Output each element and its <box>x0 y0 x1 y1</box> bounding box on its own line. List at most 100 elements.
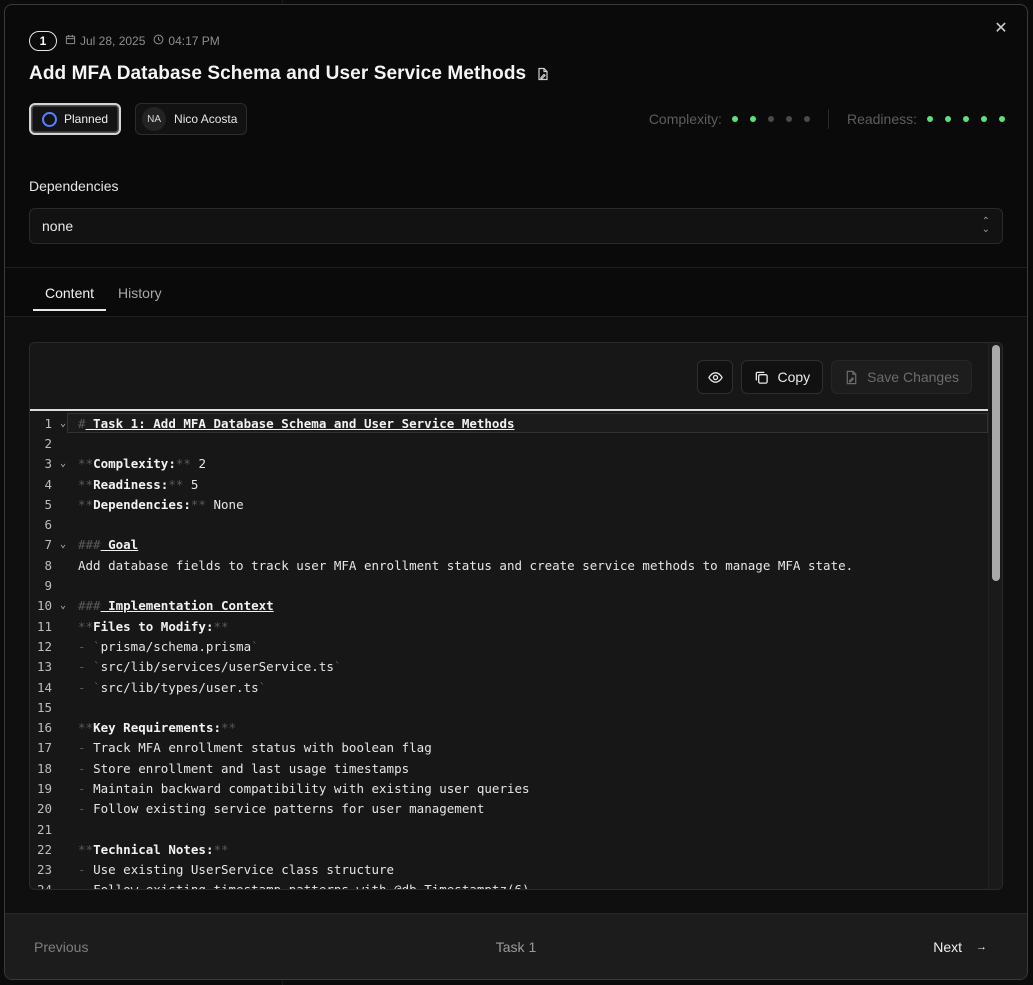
next-button[interactable]: Next → <box>933 939 987 955</box>
title-row: Add MFA Database Schema and User Service… <box>29 63 550 85</box>
date-text: Jul 28, 2025 <box>80 34 146 48</box>
bold-text: Readiness: <box>93 476 169 492</box>
code-line[interactable]: 21 <box>30 819 988 839</box>
avatar: NA <box>142 107 167 131</box>
plain-text: src/lib/types/user.ts <box>100 679 259 695</box>
line-text: - Follow existing service patterns for u… <box>70 801 484 816</box>
preview-button[interactable] <box>697 360 734 394</box>
chevron-up-down-icon: ⌃ ⌄ <box>981 216 990 235</box>
code-line[interactable]: 16 **Key Requirements:** <box>30 717 988 737</box>
copy-button[interactable]: Copy <box>741 360 824 394</box>
code-line[interactable]: 5 **Dependencies:** None <box>30 494 988 514</box>
close-icon[interactable]: ✕ <box>993 21 1009 37</box>
line-number: 5 <box>44 496 52 512</box>
editor-actions: Copy Save Changes <box>697 360 972 394</box>
plain-text: Add database fields to track user MFA en… <box>78 557 854 573</box>
bold-text: Key Requirements: <box>93 720 221 736</box>
copy-label: Copy <box>777 369 811 385</box>
bold-text: Files to Modify: <box>93 618 214 634</box>
code-line[interactable]: 6 <box>30 514 988 534</box>
editor-scrollbar[interactable] <box>988 343 1002 889</box>
code-line[interactable]: 18 - Store enrollment and last usage time… <box>30 758 988 778</box>
code-line[interactable]: 15 <box>30 697 988 717</box>
code-line[interactable]: 2 <box>30 433 988 453</box>
line-number: 1 <box>44 415 52 431</box>
scroll-thumb[interactable] <box>992 345 1000 581</box>
code-line[interactable]: 12 - `prisma/schema.prisma` <box>30 636 988 656</box>
code-line[interactable]: 24 - Follow existing timestamp patterns w… <box>30 880 988 890</box>
markdown-syntax: ** <box>213 841 229 857</box>
footer-nav: Previous Task 1 Next → <box>5 913 1027 979</box>
code-line[interactable]: 8 Add database fields to track user MFA e… <box>30 555 988 575</box>
markdown-syntax: ** <box>78 456 94 472</box>
task-number-badge: 1 <box>29 31 57 51</box>
planned-status-icon <box>42 111 57 127</box>
code-line[interactable]: 10 ⌄ ### Implementation Context <box>30 596 988 616</box>
line-number: 11 <box>36 618 52 634</box>
plain-text: Store enrollment and last usage timestam… <box>93 760 410 776</box>
heading-text: Goal <box>100 537 139 553</box>
save-changes-button[interactable]: Save Changes <box>831 360 972 394</box>
markdown-syntax: - <box>78 882 94 890</box>
markdown-syntax: ** <box>221 720 237 736</box>
assignee-button[interactable]: NA Nico Acosta <box>135 103 248 135</box>
code-line[interactable]: 20 - Follow existing service patterns for… <box>30 799 988 819</box>
line-text: - Use existing UserService class structu… <box>70 862 394 877</box>
line-number: 21 <box>36 821 52 837</box>
markdown-syntax: ** <box>78 841 94 857</box>
line-text: ### Implementation Context <box>70 598 274 613</box>
code-line[interactable]: 22 **Technical Notes:** <box>30 839 988 859</box>
code-line[interactable]: 14 - `src/lib/types/user.ts` <box>30 677 988 697</box>
code-line[interactable]: 1 ⌄ # Task 1: Add MFA Database Schema and … <box>30 413 988 434</box>
tab-history[interactable]: History <box>106 281 174 311</box>
fold-chevron-icon[interactable]: ⌄ <box>56 600 70 611</box>
assignee-name: Nico Acosta <box>174 112 238 126</box>
markdown-syntax: - <box>78 740 94 756</box>
code-line[interactable]: 17 - Track MFA enrollment status with boo… <box>30 738 988 758</box>
plain-text: Maintain backward compatibility with exi… <box>93 780 530 796</box>
line-text: Add database fields to track user MFA en… <box>70 558 853 573</box>
code-line[interactable]: 19 - Maintain backward compatibility with… <box>30 778 988 798</box>
line-number: 22 <box>36 841 52 857</box>
code-line[interactable]: 9 <box>30 575 988 595</box>
fold-chevron-icon[interactable]: ⌄ <box>56 418 70 429</box>
score-dot-filled <box>927 116 933 122</box>
fold-chevron-icon[interactable]: ⌄ <box>56 539 70 550</box>
markdown-syntax: ` <box>251 638 259 654</box>
line-text: ### Goal <box>70 537 138 552</box>
line-text: **Complexity:** 2 <box>70 456 206 471</box>
markdown-syntax: # <box>78 415 86 431</box>
dependencies-select[interactable]: none ⌃ ⌄ <box>29 208 1003 244</box>
code-line[interactable]: 7 ⌄ ### Goal <box>30 535 988 555</box>
line-text: # Task 1: Add MFA Database Schema and Us… <box>70 416 515 431</box>
score-dot-empty <box>785 116 792 122</box>
line-text: - Store enrollment and last usage timest… <box>70 761 409 776</box>
code-line[interactable]: 4 **Readiness:** 5 <box>30 474 988 494</box>
eye-icon <box>708 370 723 385</box>
tab-content[interactable]: Content <box>33 281 107 311</box>
line-number: 13 <box>36 659 52 675</box>
code-line[interactable]: 11 **Files to Modify:** <box>30 616 988 636</box>
edit-file-icon[interactable] <box>536 67 550 81</box>
markdown-syntax: - <box>78 760 94 776</box>
score-dot-filled <box>749 116 756 122</box>
markdown-syntax: ** <box>190 496 206 512</box>
plain-text: src/lib/services/userService.ts <box>100 659 334 675</box>
code-line[interactable]: 13 - `src/lib/services/userService.ts` <box>30 657 988 677</box>
next-label: Next <box>933 938 962 955</box>
code-line[interactable]: 3 ⌄ **Complexity:** 2 <box>30 454 988 474</box>
page-title: Add MFA Database Schema and User Service… <box>29 63 527 84</box>
clock-icon <box>153 34 164 48</box>
score-dot-filled <box>999 116 1005 122</box>
markdown-syntax: - ` <box>78 679 101 695</box>
markdown-syntax: ### <box>78 537 101 553</box>
code-lines[interactable]: 1 ⌄ # Task 1: Add MFA Database Schema and … <box>30 413 988 889</box>
fold-chevron-icon[interactable]: ⌄ <box>56 458 70 469</box>
line-number: 14 <box>36 679 52 695</box>
dependencies-label: Dependencies <box>29 178 119 194</box>
save-file-icon <box>844 370 859 385</box>
content-area: Copy Save Changes 1 ⌄ # Task 1: Add MFA Da… <box>5 317 1027 914</box>
code-line[interactable]: 23 - Use existing UserService class struc… <box>30 860 988 880</box>
line-text: **Files to Modify:** <box>70 619 229 634</box>
status-button[interactable]: Planned <box>29 103 122 135</box>
